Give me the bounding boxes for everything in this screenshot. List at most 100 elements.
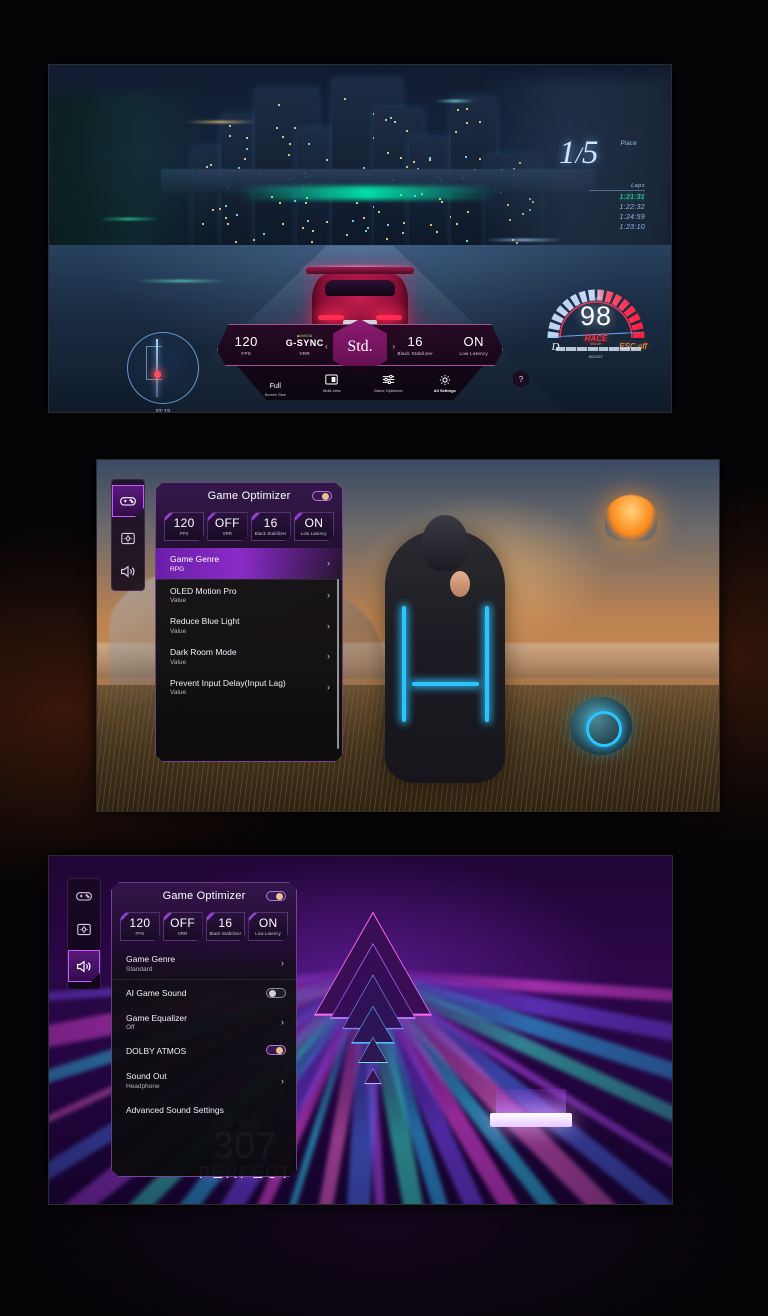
row-label: AI Game Sound: [126, 988, 284, 999]
taillight-right: [376, 315, 402, 320]
chip-key: Black Stabilizer: [255, 531, 287, 536]
menu-row-prevent-input-delay-input-lag[interactable]: Prevent Input Delay(Input Lag) Value ›: [156, 672, 342, 703]
building-window: [467, 211, 469, 213]
building-window: [466, 108, 468, 110]
status-chip-black-stabilizer[interactable]: 16 Black Stabilizer: [206, 912, 246, 941]
fire-jellyfish: [605, 495, 657, 541]
chevron-right-icon: ›: [327, 590, 330, 600]
game-bar-action-game-optimizer[interactable]: Game Optimizer: [362, 373, 414, 393]
building-window: [311, 241, 313, 243]
building-window: [227, 223, 229, 225]
optimizer-rail-picture[interactable]: [111, 479, 145, 591]
game-bar-action-multi-view[interactable]: Multi-view: [306, 373, 358, 393]
quick-status-chips[interactable]: 120 FPS OFF VRR 16 Black Stabilizer ON Low Late…: [156, 509, 342, 548]
chevron-right-icon: ›: [327, 558, 330, 568]
menu-row-dark-room-mode[interactable]: Dark Room Mode Value ›: [156, 641, 342, 672]
quick-value: ON: [445, 335, 504, 348]
rail-gamepad-icon[interactable]: [72, 884, 96, 908]
status-chip-fps[interactable]: 120 FPS: [164, 512, 204, 541]
building-window: [394, 121, 396, 123]
screen-size-icon: [249, 370, 301, 383]
rail-speaker-icon[interactable]: [68, 950, 100, 982]
building-window: [289, 143, 291, 145]
row-text: Game Equalizer Off: [126, 1013, 275, 1032]
light-streak: [484, 239, 564, 241]
light-streak: [136, 280, 226, 282]
boost-label: BOOST: [543, 354, 649, 359]
tv-panel-racing: 02:19 Place 1/5 Laps 1:21:31 1:22:32 1:24:…: [48, 64, 672, 413]
building-window: [457, 109, 459, 111]
tv-panel-game-optimizer-picture: Game Optimizer 120 FPS OFF VRR 16 Black Stabi…: [96, 459, 720, 812]
lap-time-item: 1:21:31: [589, 193, 645, 203]
menu-row-sound-out[interactable]: Sound Out Headphone ›: [112, 1065, 296, 1096]
chevron-right-icon: ›: [281, 958, 284, 968]
menu-row-oled-motion-pro[interactable]: OLED Motion Pro Value ›: [156, 579, 342, 611]
game-bar-actions[interactable]: Full Screen Size Multi-view Game Optimizer A…: [237, 366, 483, 400]
picture-preset-label: Std.: [347, 338, 372, 356]
building-window: [365, 230, 367, 232]
game-bar-quick-item[interactable]: ON Low Latency: [445, 335, 504, 356]
row-text: Advanced Sound Settings: [126, 1105, 284, 1116]
menu-row-game-genre[interactable]: Game Genre RPG ›: [156, 548, 342, 579]
building-window: [402, 232, 404, 234]
building-window: [307, 220, 309, 222]
menu-rows[interactable]: Game Genre Standard › AI Game Sound Game Equ…: [112, 948, 296, 1130]
building-window: [212, 209, 214, 211]
status-chip-low-latency[interactable]: ON Low Latency: [294, 512, 334, 541]
building-window: [246, 137, 248, 139]
menu-row-advanced-sound-settings[interactable]: Advanced Sound Settings: [112, 1096, 296, 1124]
status-chip-low-latency[interactable]: ON Low Latency: [248, 912, 288, 941]
preset-next-arrow[interactable]: ›: [392, 342, 395, 351]
status-chip-vrr[interactable]: OFF VRR: [163, 912, 203, 941]
chip-key: VRR: [178, 931, 187, 936]
row-toggle[interactable]: [266, 988, 286, 998]
menu-row-game-equalizer[interactable]: Game Equalizer Off ›: [112, 1007, 296, 1038]
lap-time-item: 1:23:10: [589, 223, 645, 233]
game-optimizer-toggle[interactable]: [266, 891, 286, 901]
light-streak: [186, 121, 256, 123]
building-window: [229, 135, 231, 137]
game-bar-action-screen-size[interactable]: Full Screen Size: [249, 370, 301, 397]
building-window: [479, 158, 481, 160]
building-window: [312, 230, 314, 232]
building-window: [356, 202, 358, 204]
menu-scrollbar[interactable]: [337, 579, 339, 749]
chip-value: ON: [305, 517, 324, 529]
note-pad: [490, 1113, 572, 1127]
chip-key: VRR: [223, 531, 232, 536]
game-bar[interactable]: 120 FPS ▶NVIDIA G-SYNC VRR 16 Black Stabilizer…: [217, 324, 503, 402]
minimap-timer: 02:19: [127, 409, 199, 413]
row-text: AI Game Sound: [126, 988, 284, 999]
action-label: Game Optimizer: [362, 388, 414, 393]
game-bar-action-all-settings[interactable]: All Settings: [419, 373, 471, 393]
game-optimizer-toggle[interactable]: [312, 491, 332, 501]
game-optimizer-menu-picture[interactable]: Game Optimizer 120 FPS OFF VRR 16 Black Stabi…: [155, 482, 343, 762]
lap-times-list: 1:21:31 1:22:32 1:24:59 1:23:10: [589, 193, 645, 234]
menu-row-ai-game-sound[interactable]: AI Game Sound: [112, 979, 296, 1007]
quick-status-chips[interactable]: 120 FPS OFF VRR 16 Black Stabilizer ON Low Late…: [112, 909, 296, 948]
chip-value: 16: [264, 517, 278, 529]
rail-speaker-icon[interactable]: [116, 559, 140, 583]
rail-picture-icon[interactable]: [116, 526, 140, 550]
preset-prev-arrow[interactable]: ‹: [325, 342, 328, 351]
rail-gamepad-icon[interactable]: [112, 485, 144, 517]
green-light-rail: [236, 186, 497, 200]
status-chip-black-stabilizer[interactable]: 16 Black Stabilizer: [251, 512, 291, 541]
menu-row-game-genre[interactable]: Game Genre Standard ›: [112, 948, 296, 979]
menu-rows[interactable]: Game Genre RPG › OLED Motion Pro Value › Reduc…: [156, 548, 342, 708]
rail-picture-icon[interactable]: [72, 917, 96, 941]
menu-row-dolby-atmos[interactable]: DOLBY ATMOS: [112, 1037, 296, 1065]
minimap-player-marker: [154, 371, 161, 378]
building-window: [326, 221, 328, 223]
game-optimizer-menu-sound[interactable]: Game Optimizer 120 FPS OFF VRR 16 Black Stabi…: [111, 882, 297, 1177]
status-chip-fps[interactable]: 120 FPS: [120, 912, 160, 941]
building-window: [236, 214, 238, 216]
optimizer-rail-sound[interactable]: [67, 878, 101, 990]
building-window: [386, 238, 388, 240]
quick-key: Low Latency: [445, 351, 504, 356]
status-chip-vrr[interactable]: OFF VRR: [207, 512, 247, 541]
game-bar-quick-item[interactable]: 120 FPS: [217, 335, 276, 356]
quick-key: VRR: [276, 351, 335, 356]
menu-row-reduce-blue-light[interactable]: Reduce Blue Light Value ›: [156, 610, 342, 641]
row-toggle[interactable]: [266, 1045, 286, 1055]
